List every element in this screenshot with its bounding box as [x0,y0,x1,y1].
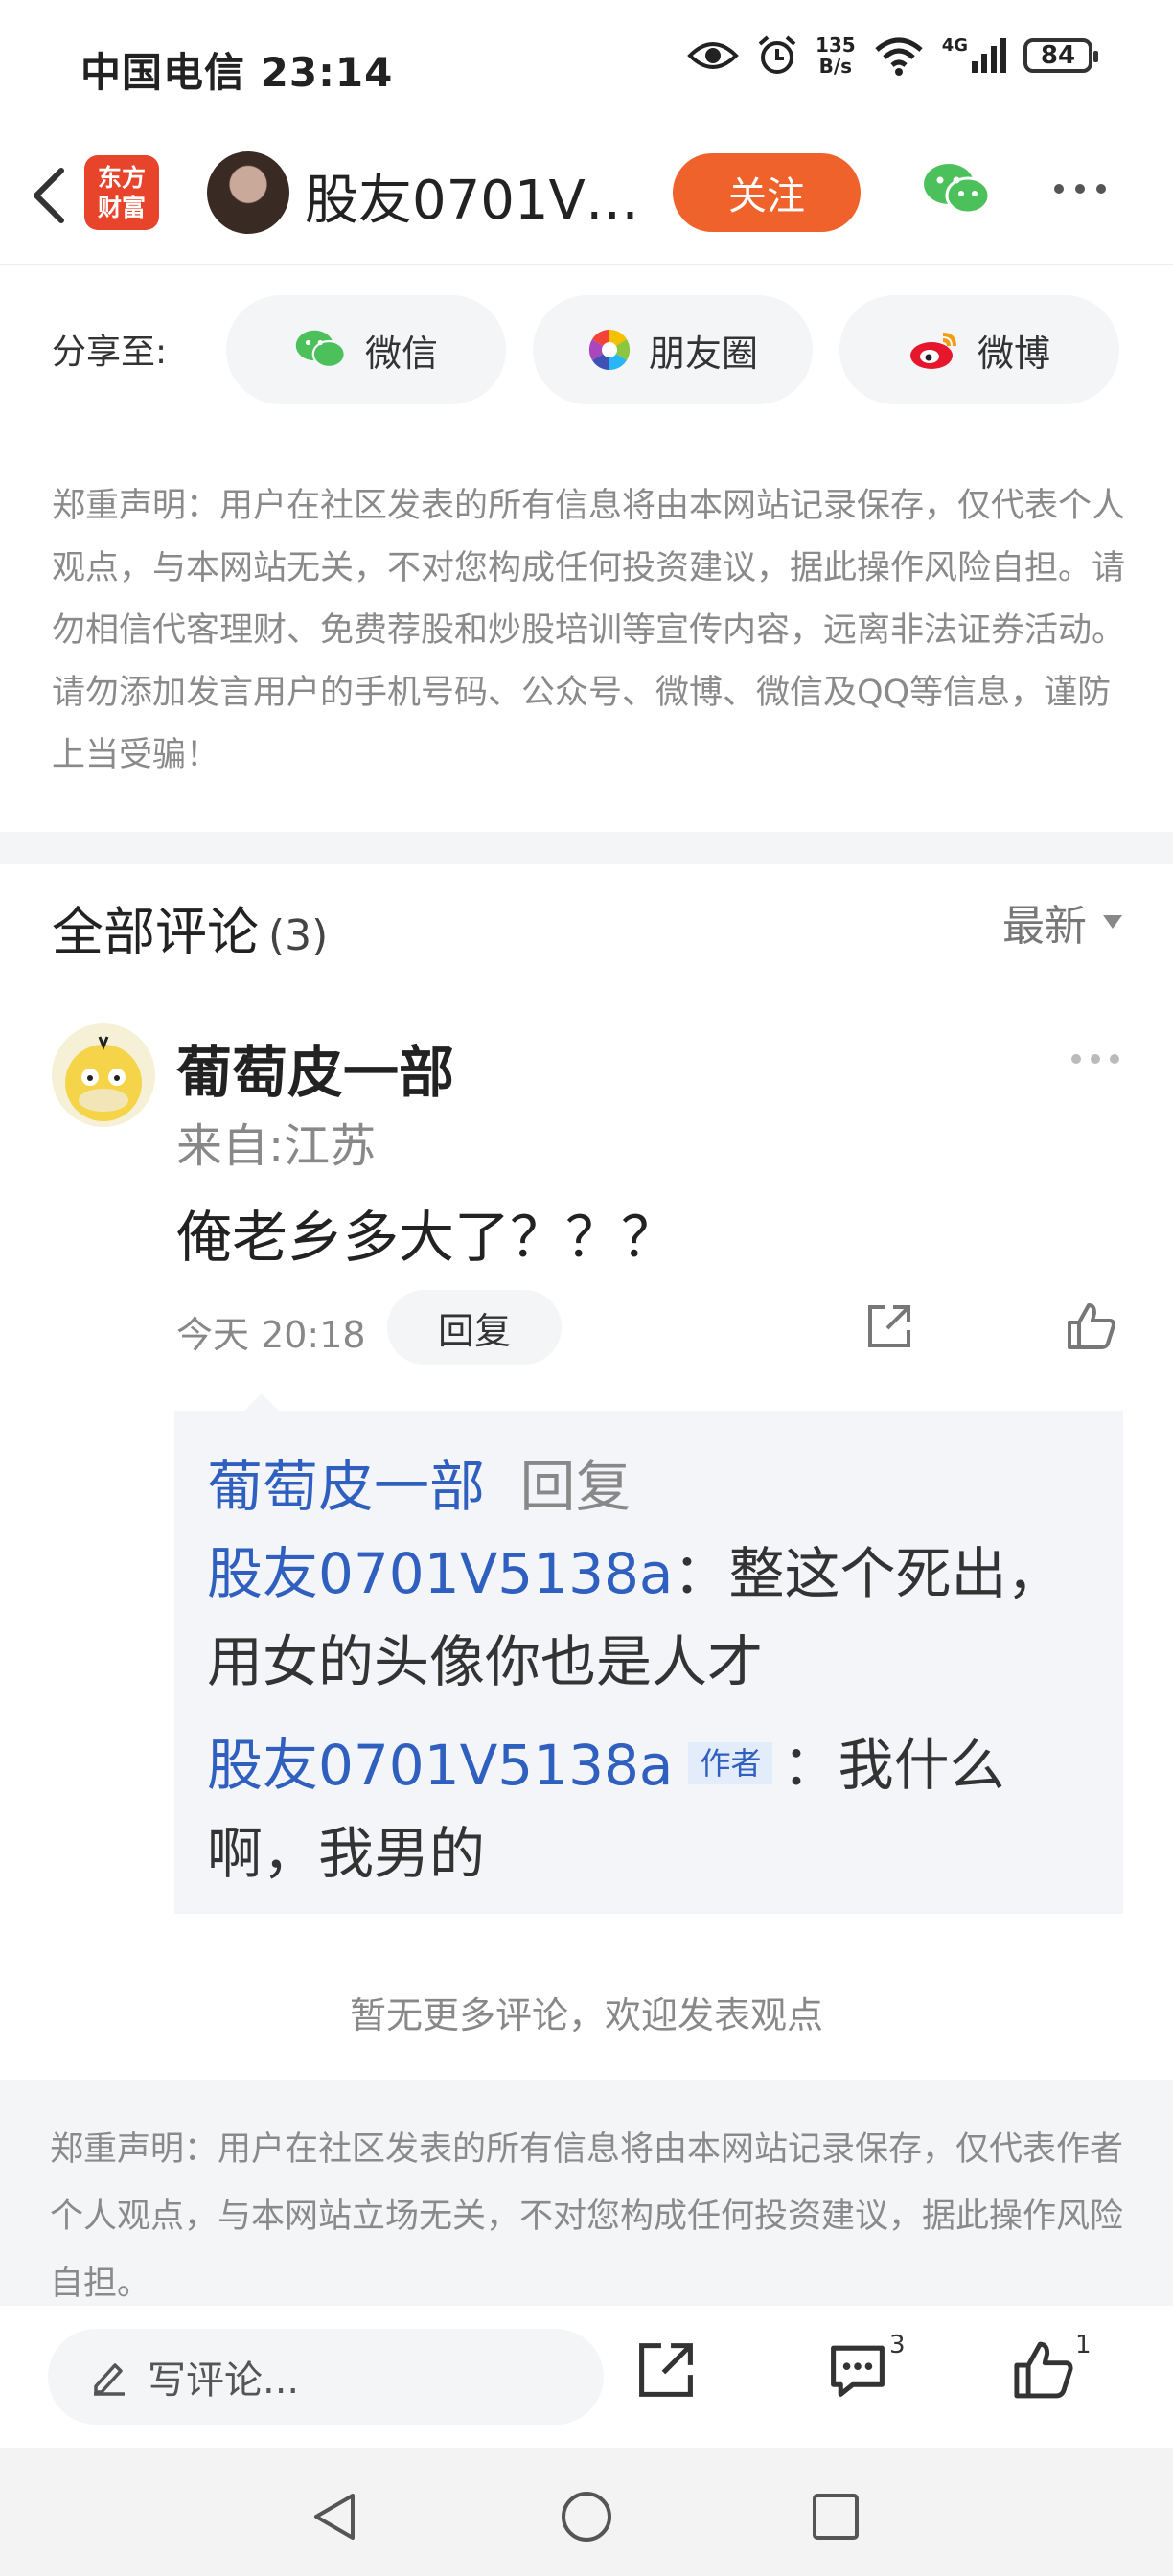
reply-header: 葡萄皮一部 回复 [207,1441,631,1522]
reply-button[interactable]: 回复 [387,1290,562,1365]
signal-icon: 4G [942,35,1006,73]
app-logo[interactable]: 东方 财富 [84,155,159,230]
wifi-icon [875,37,923,76]
reply-item: 股友0701V5138a 作者 ：我什么啊，我男的 [207,1721,1103,1898]
comment-icon [831,2345,885,2397]
share-icon [868,1305,910,1347]
commenter-name[interactable]: 葡萄皮一部 [176,1027,454,1108]
duck-avatar-icon [65,1036,142,1121]
moments-icon [588,329,631,371]
reply-box-caret [244,1393,279,1411]
share-moments-button[interactable]: 朋友圈 [533,295,813,404]
comment-share-button[interactable] [864,1301,914,1355]
wechat-share-button[interactable] [922,159,993,224]
disclaimer-bottom: 郑重声明：用户在社区发表的所有信息将由本网站记录保存，仅代表作者个人观点，与本网… [50,2130,1124,2303]
back-icon [34,168,64,223]
follow-button[interactable]: 关注 [673,153,861,232]
reply-item: 股友0701V5138a：整这个死出，用女的头像你也是人才 [207,1530,1103,1706]
nav-recents-button[interactable] [809,2490,862,2547]
bottom-share-button[interactable] [634,2338,698,2405]
triangle-down-icon [1103,915,1122,929]
square-recents-icon [813,2494,859,2540]
carrier-time: 中国电信 23:14 [80,49,394,96]
comments-count: (3) [268,911,329,960]
author-name[interactable]: 股友0701V5138a [305,157,640,235]
reply-to-user[interactable]: 股友0701V5138a [207,1541,673,1606]
bottom-comment-button[interactable]: 3 [826,2331,912,2415]
comments-title: 全部评论 [52,902,259,962]
commenter-avatar[interactable] [52,1024,155,1127]
status-icons: 135 B/s 4G 84 [687,34,1098,78]
comment-more-icon[interactable] [1071,1054,1119,1064]
nav-back-button[interactable] [309,2490,362,2547]
write-comment-input[interactable]: 写评论... [48,2329,604,2425]
circle-home-icon [562,2492,611,2542]
back-button[interactable] [19,157,77,234]
bottom-like-button[interactable]: 1 [1012,2331,1098,2415]
input-placeholder: 写评论... [148,2358,300,2403]
disclaimer-top: 郑重声明：用户在社区发表的所有信息将由本网站记录保存，仅代表个人观点，与本网站无… [52,487,1126,774]
wechat-icon [295,330,346,369]
section-divider [0,832,1173,864]
reply-action: 回复 [519,1454,632,1519]
share-label: 分享至: [52,333,168,372]
wechat-icon [924,164,991,215]
thumbs-up-icon [1068,1303,1116,1349]
comment-count-badge: 3 [889,2331,906,2359]
comment-time: 今天 20:18 [176,1314,366,1356]
author-badge: 作者 [688,1741,773,1784]
more-icon[interactable] [1054,184,1106,194]
author-avatar[interactable] [207,151,289,234]
no-more-comments: 暂无更多评论，欢迎发表观点 [349,1994,823,2036]
comments-header: 全部评论 (3) [52,889,328,965]
battery-icon: 84 [1024,38,1098,73]
commenter-location: 来自:江苏 [176,1119,377,1173]
pencil-icon [94,2363,125,2396]
top-header: 东方 财富 股友0701V5138a 关注 [0,134,1173,265]
eye-icon [687,42,739,69]
triangle-back-icon [314,2494,355,2540]
alarm-icon [758,35,796,74]
share-icon [639,2343,693,2397]
sort-label: 最新 [1002,902,1087,951]
sort-dropdown[interactable]: 最新 [1002,891,1123,953]
reply-from-user[interactable]: 葡萄皮一部 [207,1454,485,1519]
thumbs-up-icon [1014,2341,1073,2399]
weibo-icon [909,333,956,369]
status-bar: 中国电信 23:14 135 B/s 4G 84 [0,0,1173,134]
comment-body: 俺老乡多大了？？？ [176,1205,678,1270]
net-speed: 135 B/s [815,34,856,78]
share-wechat-button[interactable]: 微信 [226,295,506,404]
reply-user[interactable]: 股友0701V5138a [207,1733,673,1798]
comment-like-button[interactable] [1066,1301,1117,1355]
nav-home-button[interactable] [560,2490,613,2547]
share-weibo-button[interactable]: 微博 [840,295,1119,404]
like-count-badge: 1 [1075,2331,1092,2359]
